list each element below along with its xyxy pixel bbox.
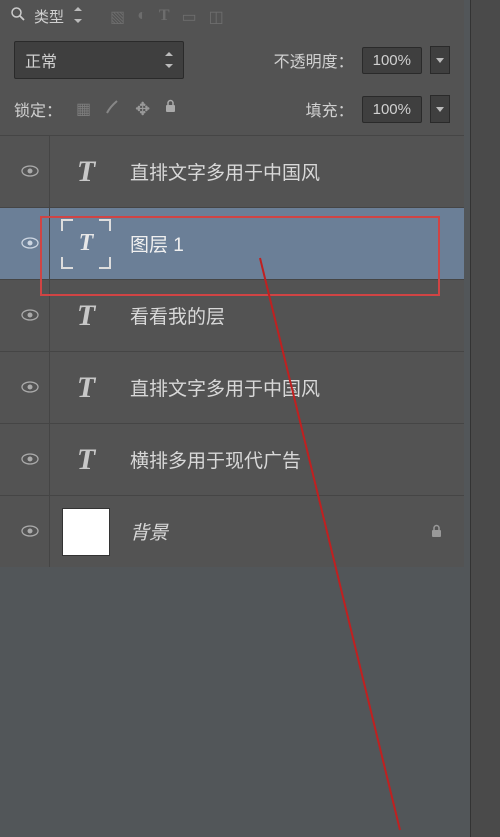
layer-row[interactable]: T 横排多用于现代广告 [0,423,464,495]
lock-icon [418,524,454,539]
lock-label: 锁定： [14,97,62,121]
lock-row: 锁定： ▦ ✥ 填充： 100% [0,87,464,131]
layer-name[interactable]: 背景 [130,518,418,545]
layer-row[interactable]: T 直排文字多用于中国风 [0,135,464,207]
eye-icon[interactable] [21,164,39,180]
filter-adjust-icon[interactable]: ◐ [137,7,147,27]
layers-list: T 直排文字多用于中国风 T 图层 1 T 看看我的层 [0,131,464,567]
eye-icon[interactable] [21,380,39,396]
layer-filter-bar: 类型 ▧ ◐ T ▭ ◫ [0,0,464,33]
blend-mode-value: 正常 [25,48,57,72]
filter-shape-icon[interactable]: ▭ [181,7,196,27]
eye-icon[interactable] [21,524,39,540]
lock-transparency-icon[interactable]: ▦ [76,99,91,119]
text-layer-thumb: T [77,299,95,333]
blend-row: 正常 不透明度： 100% [0,33,464,87]
layer-name[interactable]: 横排多用于现代广告 [130,446,454,473]
text-layer-thumb: T [77,155,95,189]
layer-row[interactable]: T 图层 1 [0,207,464,279]
blend-mode-dropdown[interactable]: 正常 [14,41,184,79]
opacity-value[interactable]: 100% [362,47,422,74]
layer-name[interactable]: 图层 1 [130,230,454,257]
layer-row[interactable]: 背景 [0,495,464,567]
text-layer-thumb-selected: T [61,219,111,269]
layer-name[interactable]: 看看我的层 [130,302,454,329]
eye-icon[interactable] [21,308,39,324]
layer-row[interactable]: T 直排文字多用于中国风 [0,351,464,423]
right-dock-strip [470,0,500,837]
layer-row[interactable]: T 看看我的层 [0,279,464,351]
chevron-updown-icon [165,54,173,66]
opacity-stepper[interactable] [430,46,450,74]
fill-label: 填充： [306,97,354,121]
filter-icons: ▧ ◐ T ▭ ◫ [110,7,224,27]
chevron-down-icon [74,9,82,24]
layer-name[interactable]: 直排文字多用于中国风 [130,374,454,401]
eye-icon[interactable] [21,236,39,252]
background-thumb [62,508,110,556]
lock-brush-icon[interactable] [105,99,121,120]
filter-image-icon[interactable]: ▧ [110,7,125,27]
fill-stepper[interactable] [430,95,450,123]
filter-type-label[interactable]: 类型 [34,6,64,27]
filter-smart-icon[interactable]: ◫ [209,7,224,27]
fill-value[interactable]: 100% [362,96,422,123]
lock-icons-group: ▦ ✥ [76,99,177,120]
opacity-label: 不透明度： [274,48,354,72]
eye-icon[interactable] [21,452,39,468]
filter-text-icon[interactable]: T [159,7,170,27]
text-layer-thumb: T [77,443,95,477]
lock-move-icon[interactable]: ✥ [135,99,150,120]
layer-name[interactable]: 直排文字多用于中国风 [130,158,454,185]
text-layer-thumb: T [77,371,95,405]
lock-all-icon[interactable] [164,99,177,119]
search-icon [10,6,26,27]
